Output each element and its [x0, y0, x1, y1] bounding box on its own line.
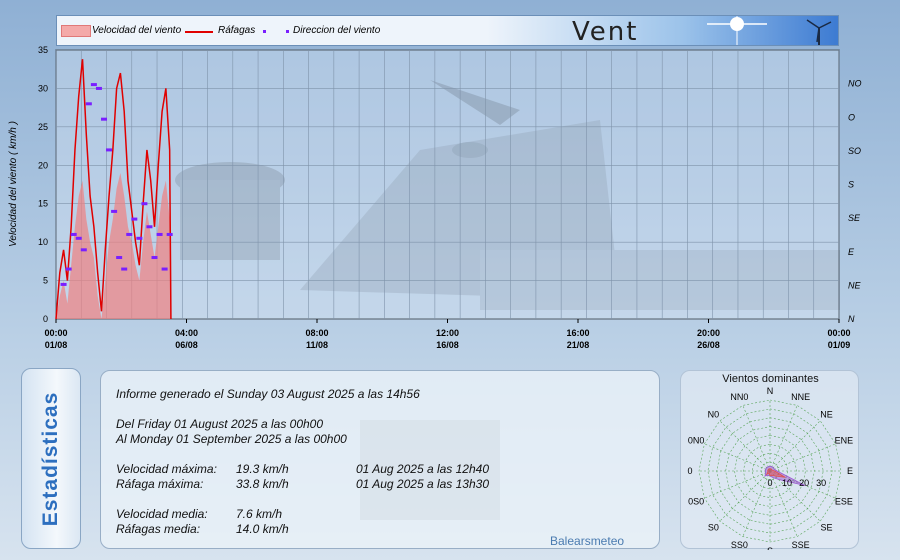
direction-point [121, 267, 128, 271]
statistics-tab-label: Estadísticas [39, 391, 62, 526]
rose-radial-tick: 20 [799, 478, 809, 488]
direction-point [65, 267, 72, 271]
y-axis-title: Velocidad del viento ( km/h ) [8, 121, 19, 247]
x-tick-date: 21/08 [567, 340, 590, 350]
x-tick-time: 08:00 [305, 328, 328, 338]
max-gust-value: 33.8 km/h [236, 477, 289, 491]
y2-tick-label: O [848, 112, 855, 122]
rose-direction-label: SE [821, 523, 833, 533]
direction-point [131, 217, 138, 221]
x-tick-time: 00:00 [827, 328, 850, 338]
x-tick-date: 16/08 [436, 340, 459, 350]
direction-point [95, 86, 102, 90]
direction-point [166, 232, 173, 236]
x-tick-date: 01/09 [828, 340, 851, 350]
rose-direction-label: N [767, 386, 774, 396]
report-generated-text: Informe generado el Sunday 03 August 202… [116, 387, 420, 401]
direction-point [80, 248, 87, 252]
y2-tick-label: SE [848, 213, 861, 223]
direction-point [106, 148, 113, 152]
direction-point [156, 232, 163, 236]
avg-speed-value: 7.6 km/h [236, 507, 283, 521]
direction-point [60, 282, 67, 286]
y-tick-label: 30 [38, 83, 48, 93]
max-speed-label: Velocidad máxima: [116, 462, 217, 476]
y-tick-label: 15 [38, 199, 48, 209]
avg-speed-label: Velocidad media: [116, 507, 208, 521]
rose-direction-label: ESE [835, 497, 853, 507]
x-tick-date: 06/08 [175, 340, 198, 350]
y-tick-label: 20 [38, 160, 48, 170]
direction-point [141, 202, 148, 206]
rose-direction-label: ENE [835, 435, 854, 445]
rose-direction-label: N0 [708, 409, 720, 419]
y2-tick-label: E [848, 247, 855, 257]
wind-chart: 0 5 10 15 20 25 30 35 N NE E SE S SO O NO 00:00 01/08 04:0… [8, 45, 862, 350]
rose-direction-label: SSE [792, 540, 810, 550]
statistics-tab[interactable]: Estadísticas [21, 368, 81, 549]
rose-radial-tick: 0 [767, 478, 772, 488]
rose-direction-label: 0 [687, 466, 692, 476]
y2-tick-label: N [848, 314, 855, 324]
avg-gust-label: Ráfagas media: [116, 522, 201, 536]
x-tick-time: 20:00 [697, 328, 720, 338]
direction-point [161, 267, 168, 271]
rose-direction-label: NN0 [730, 392, 748, 402]
direction-point [85, 102, 92, 106]
direction-point [126, 232, 133, 236]
y2-tick-label: NE [848, 280, 861, 290]
y-tick-label: 35 [38, 45, 48, 55]
rose-direction-label: S0 [708, 523, 719, 533]
max-gust-date: 01 Aug 2025 a las 13h30 [356, 477, 490, 491]
max-speed-date: 01 Aug 2025 a las 12h40 [356, 462, 490, 476]
rose-direction-label: 0S0 [688, 497, 704, 507]
brand-label[interactable]: Balearsmeteo [550, 534, 624, 548]
x-tick-date: 11/08 [306, 340, 328, 350]
direction-point [116, 256, 123, 260]
period-to-text: Al Monday 01 September 2025 a las 00h00 [116, 432, 347, 446]
y-tick-label: 5 [43, 276, 48, 286]
rose-direction-label: NE [820, 409, 833, 419]
max-gust-label: Ráfaga máxima: [116, 477, 204, 491]
y2-tick-label: NO [848, 79, 862, 89]
direction-point [70, 232, 77, 236]
direction-point [100, 117, 107, 121]
x-tick-date: 01/08 [45, 340, 68, 350]
direction-point [136, 236, 143, 240]
x-tick-time: 12:00 [436, 328, 459, 338]
y-tick-label: 25 [38, 122, 48, 132]
direction-point [151, 256, 158, 260]
rose-direction-label: 0N0 [688, 435, 705, 445]
direction-point [75, 236, 82, 240]
rose-direction-label: E [847, 466, 853, 476]
rose-radial-tick: 10 [782, 478, 792, 488]
statistics-panel: Informe generado el Sunday 03 August 202… [100, 370, 660, 549]
rose-direction-label: SS0 [731, 540, 748, 550]
avg-gust-value: 14.0 km/h [236, 522, 289, 536]
wind-rose-chart: N NNE NE ENE E ESE SE SSE S SS0 S0 0S0 0 0N0 N0 NN0 0 10 2… [687, 386, 854, 550]
max-speed-value: 19.3 km/h [236, 462, 289, 476]
x-tick-time: 16:00 [566, 328, 589, 338]
period-from-text: Del Friday 01 August 2025 a las 00h00 [116, 417, 324, 431]
y-tick-label: 0 [43, 314, 48, 324]
rose-direction-label: NNE [791, 392, 810, 402]
x-tick-date: 26/08 [697, 340, 720, 350]
y2-tick-label: S [848, 180, 854, 190]
direction-point [111, 209, 118, 213]
y2-tick-label: SO [848, 146, 861, 156]
direction-point [90, 83, 97, 87]
wind-rose-panel: Vientos dominantes NNNENEENEEESESESSESSS… [680, 370, 859, 550]
rose-radial-tick: 30 [816, 478, 826, 488]
rose-direction-label: S [767, 546, 773, 550]
x-tick-time: 04:00 [175, 328, 198, 338]
x-tick-time: 00:00 [44, 328, 67, 338]
direction-point [146, 225, 153, 229]
y-tick-label: 10 [38, 237, 48, 247]
